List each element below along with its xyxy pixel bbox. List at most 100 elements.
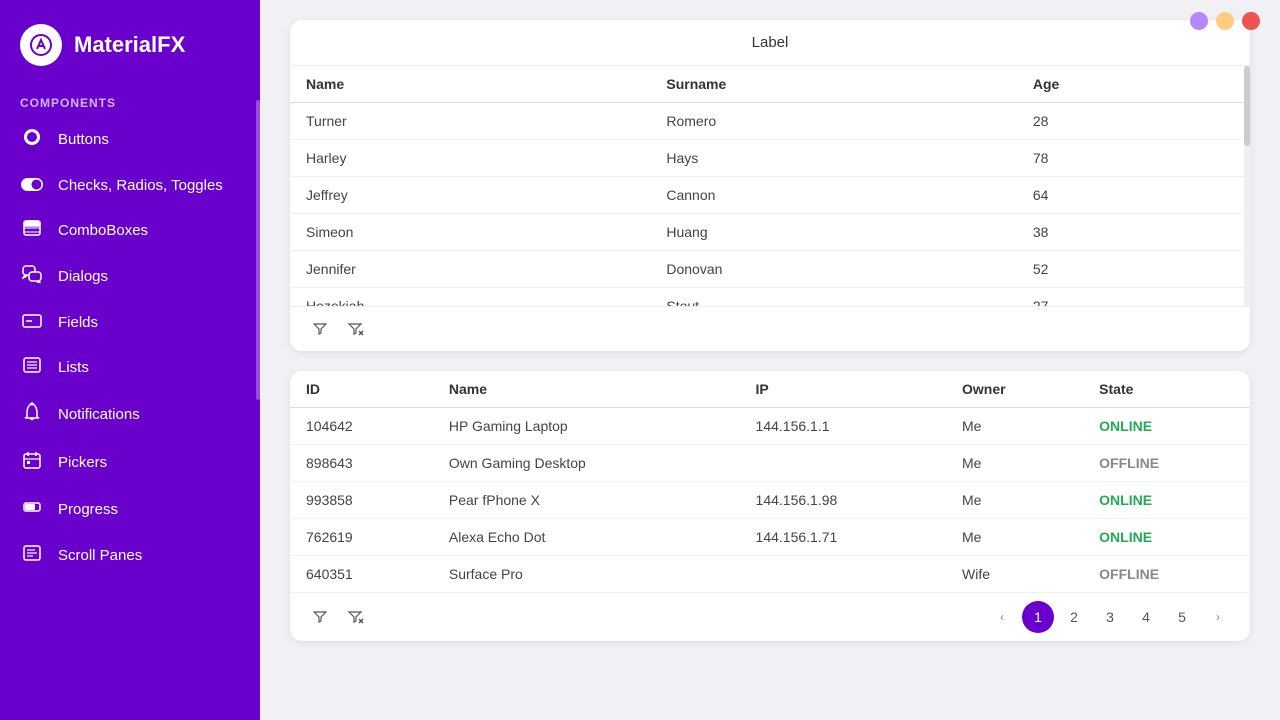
table-cell: Own Gaming Desktop xyxy=(433,445,740,482)
table-cell xyxy=(740,445,946,482)
app-logo: MaterialFX xyxy=(0,0,260,86)
table-cell: Wife xyxy=(946,556,1083,593)
pickers-icon xyxy=(20,451,44,474)
combobox-icon xyxy=(20,220,44,241)
table-cell: Romero xyxy=(650,103,1017,140)
sidebar-item-buttons[interactable]: Buttons xyxy=(0,116,260,163)
scroll-panes-icon xyxy=(20,545,44,566)
next-page-button[interactable]: › xyxy=(1202,601,1234,633)
table-cell: OFFLINE xyxy=(1083,556,1250,593)
col-state: State xyxy=(1083,371,1250,408)
table-cell: HP Gaming Laptop xyxy=(433,408,740,445)
col-ip: IP xyxy=(740,371,946,408)
table1-label: Label xyxy=(290,20,1250,66)
sidebar-item-label: ComboBoxes xyxy=(58,222,148,239)
sidebar-item-pickers[interactable]: Pickers xyxy=(0,439,260,486)
filter-icon[interactable] xyxy=(306,315,334,343)
table-cell: 28 xyxy=(1017,103,1250,140)
table-cell: 144.156.1.71 xyxy=(740,519,946,556)
table-row: 993858Pear fPhone X144.156.1.98MeONLINE xyxy=(290,482,1250,519)
table1-footer xyxy=(290,306,1250,351)
table1-wrapper[interactable]: Name Surname Age TurnerRomero28HarleyHay… xyxy=(290,66,1250,306)
scrollbar-track[interactable] xyxy=(1244,66,1250,306)
sidebar-item-dialogs[interactable]: Dialogs xyxy=(0,253,260,300)
table-cell: Turner xyxy=(290,103,650,140)
sidebar-item-label: Pickers xyxy=(58,454,107,471)
scrollbar-thumb[interactable] xyxy=(1244,66,1250,146)
table-row: HezekiahStout27 xyxy=(290,288,1250,307)
table-row: JenniferDonovan52 xyxy=(290,251,1250,288)
page-5-button[interactable]: 5 xyxy=(1166,601,1198,633)
sidebar-item-notifications[interactable]: Notifications xyxy=(0,390,260,439)
table-cell: Me xyxy=(946,408,1083,445)
sidebar: MaterialFX Components Buttons Checks, Ra… xyxy=(0,0,260,720)
prev-page-button[interactable]: ‹ xyxy=(986,601,1018,633)
table-cell: ONLINE xyxy=(1083,482,1250,519)
circle-red xyxy=(1242,12,1260,30)
clear-filter-icon[interactable] xyxy=(342,315,370,343)
sidebar-item-label: Progress xyxy=(58,501,118,518)
table-cell: 78 xyxy=(1017,140,1250,177)
sidebar-item-lists[interactable]: Lists xyxy=(0,345,260,390)
page-1-button[interactable]: 1 xyxy=(1022,601,1054,633)
logo-icon xyxy=(20,24,62,66)
table-row: TurnerRomero28 xyxy=(290,103,1250,140)
page-4-button[interactable]: 4 xyxy=(1130,601,1162,633)
table-cell: ONLINE xyxy=(1083,519,1250,556)
page-3-button[interactable]: 3 xyxy=(1094,601,1126,633)
sidebar-item-checks-radios-toggles[interactable]: Checks, Radios, Toggles xyxy=(0,163,260,208)
sidebar-section-label: Components xyxy=(0,86,260,116)
table-cell: 993858 xyxy=(290,482,433,519)
col-surname: Surname xyxy=(650,66,1017,103)
toggle-icon xyxy=(20,175,44,196)
clear-filter-icon-2[interactable] xyxy=(342,603,370,631)
table-row: 898643Own Gaming DesktopMeOFFLINE xyxy=(290,445,1250,482)
buttons-icon xyxy=(20,128,44,151)
window-controls xyxy=(1190,12,1260,30)
table-cell: OFFLINE xyxy=(1083,445,1250,482)
table-cell: Me xyxy=(946,482,1083,519)
table-cell: Donovan xyxy=(650,251,1017,288)
sidebar-item-progress[interactable]: Progress xyxy=(0,486,260,533)
progress-icon xyxy=(20,498,44,521)
table-cell: 640351 xyxy=(290,556,433,593)
table-cell: Me xyxy=(946,445,1083,482)
table-cell: Jennifer xyxy=(290,251,650,288)
sidebar-item-label: Dialogs xyxy=(58,268,108,285)
table-cell: Cannon xyxy=(650,177,1017,214)
sidebar-item-label: Buttons xyxy=(58,131,109,148)
table-cell: Huang xyxy=(650,214,1017,251)
sidebar-item-label: Checks, Radios, Toggles xyxy=(58,177,223,194)
table-cell: 38 xyxy=(1017,214,1250,251)
col-id: ID xyxy=(290,371,433,408)
table-cell: 64 xyxy=(1017,177,1250,214)
table2-footer: ‹ 1 2 3 4 5 › xyxy=(290,592,1250,641)
table-cell: 104642 xyxy=(290,408,433,445)
lists-icon xyxy=(20,357,44,378)
fields-icon xyxy=(20,312,44,333)
table-row: HarleyHays78 xyxy=(290,140,1250,177)
table2-wrapper: ID Name IP Owner State 104642HP Gaming L… xyxy=(290,371,1250,592)
pagination: ‹ 1 2 3 4 5 › xyxy=(986,601,1234,633)
table-row: SimeonHuang38 xyxy=(290,214,1250,251)
filter-icon-2[interactable] xyxy=(306,603,334,631)
app-title: MaterialFX xyxy=(74,32,185,58)
col-name: Name xyxy=(290,66,650,103)
sidebar-item-label: Fields xyxy=(58,314,98,331)
table-cell: Hezekiah xyxy=(290,288,650,307)
table-cell: 762619 xyxy=(290,519,433,556)
table2: ID Name IP Owner State 104642HP Gaming L… xyxy=(290,371,1250,592)
circle-purple xyxy=(1190,12,1208,30)
table-cell: Me xyxy=(946,519,1083,556)
sidebar-item-fields[interactable]: Fields xyxy=(0,300,260,345)
page-2-button[interactable]: 2 xyxy=(1058,601,1090,633)
col-owner: Owner xyxy=(946,371,1083,408)
table-cell: Jeffrey xyxy=(290,177,650,214)
notifications-icon xyxy=(20,402,44,427)
table-cell: Alexa Echo Dot xyxy=(433,519,740,556)
sidebar-item-comboboxes[interactable]: ComboBoxes xyxy=(0,208,260,253)
col-age: Age xyxy=(1017,66,1250,103)
sidebar-scrollbar[interactable] xyxy=(256,100,260,400)
circle-orange xyxy=(1216,12,1234,30)
sidebar-item-scroll-panes[interactable]: Scroll Panes xyxy=(0,533,260,578)
